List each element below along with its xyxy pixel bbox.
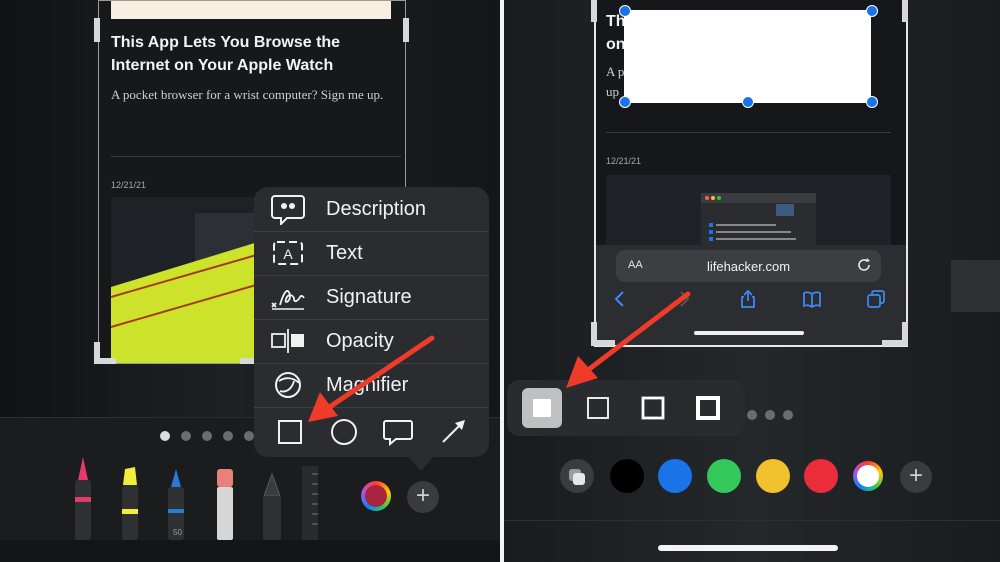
article-subtitle: A pocket browser for a wrist computer? S… [111,87,384,102]
color-swatch-black[interactable] [610,459,644,493]
color-swatch-yellow[interactable] [756,459,790,493]
crop-corner-bottom-right-h[interactable] [882,340,908,346]
page-indicator[interactable] [160,428,265,446]
pen-tool-icon[interactable] [70,455,96,540]
white-rectangle-annotation[interactable] [624,10,871,103]
article-title-fragment: Th on [606,13,626,53]
home-indicator[interactable] [658,545,838,551]
color-swatch-blue[interactable] [658,459,692,493]
reload-icon[interactable] [856,257,872,273]
color-picker-button[interactable] [361,481,391,511]
menu-item-text[interactable]: A Text [254,231,489,275]
arrow-shape-icon[interactable] [437,416,469,448]
style-thick-border-button[interactable] [688,388,728,428]
popover-pointer [408,456,434,471]
menu-label-signature: Signature [326,286,412,308]
page-dot-5[interactable] [244,431,254,441]
page-dot[interactable] [747,410,757,420]
red-arrow-left [308,335,435,422]
page-dot[interactable] [765,410,775,420]
eraser-tool-icon[interactable] [212,467,238,540]
shape-fill-mode-button[interactable] [560,459,594,493]
crop-edge-right-top[interactable] [902,0,908,22]
resize-handle-top-right[interactable] [866,5,878,17]
page-dot-4[interactable] [223,431,233,441]
page-indicator-right[interactable] [747,407,801,425]
resize-handle-bottom-middle[interactable] [742,96,754,108]
url-text: lifehacker.com [706,259,791,274]
article-divider [111,156,401,157]
page-dot[interactable] [783,410,793,420]
crop-edge-right[interactable] [403,18,409,42]
color-picker-button-right[interactable] [853,461,883,491]
article-date-right: 12/21/21 [606,156,642,166]
highlighter-tool-icon[interactable] [117,465,143,540]
article-banner-image [111,1,391,19]
tabs-icon[interactable] [866,289,886,309]
add-annotation-button-right[interactable]: + [900,461,932,493]
menu-label-text: Text [326,242,363,264]
pen-width-label: 50 [173,528,182,537]
style-filled-button[interactable] [522,388,562,428]
crop-corner-bottom-left-h[interactable] [94,358,116,364]
home-indicator-screenshot [694,331,804,335]
ruler-tool-icon[interactable] [302,466,318,540]
current-color-swatch-right [857,465,879,487]
share-icon[interactable] [738,289,758,309]
resize-handle-top-left[interactable] [619,5,631,17]
finder-preferences-window [701,193,816,251]
style-medium-border-button[interactable] [633,388,673,428]
bookmarks-icon[interactable] [802,289,822,309]
address-bar[interactable]: AA lifehacker.com [616,250,881,282]
signature-icon [271,290,305,310]
page-dot-1[interactable] [160,431,170,441]
crop-edge-left-top[interactable] [591,0,597,22]
crop-edge-left[interactable] [94,18,100,42]
article-title: This App Lets You Browse the Internet on… [111,34,341,74]
resize-handle-bottom-right[interactable] [866,96,878,108]
quote-bubble-icon [271,195,305,225]
bottom-strip [0,540,500,562]
add-annotation-button[interactable]: + [407,481,439,513]
background-block [951,260,1000,312]
color-swatch-red[interactable] [804,459,838,493]
lasso-tool-icon[interactable] [258,472,286,540]
toolbar-separator [504,520,1000,521]
style-thin-border-button[interactable] [578,388,618,428]
current-color-swatch [365,485,387,507]
menu-item-signature[interactable]: Signature [254,275,489,319]
shape-fill-icon [569,469,585,485]
menu-label-description: Description [326,198,427,220]
article-divider [606,132,891,133]
menu-item-description[interactable]: Description [254,187,489,231]
article-date: 12/21/21 [111,180,147,190]
color-swatch-green[interactable] [707,459,741,493]
article-thumbnail-right [606,175,891,255]
red-arrow-right [566,291,691,388]
text-box-icon: A [273,241,303,265]
page-dot-3[interactable] [202,431,212,441]
resize-handle-bottom-left[interactable] [619,96,631,108]
svg-text:A: A [283,246,293,262]
page-dot-2[interactable] [181,431,191,441]
